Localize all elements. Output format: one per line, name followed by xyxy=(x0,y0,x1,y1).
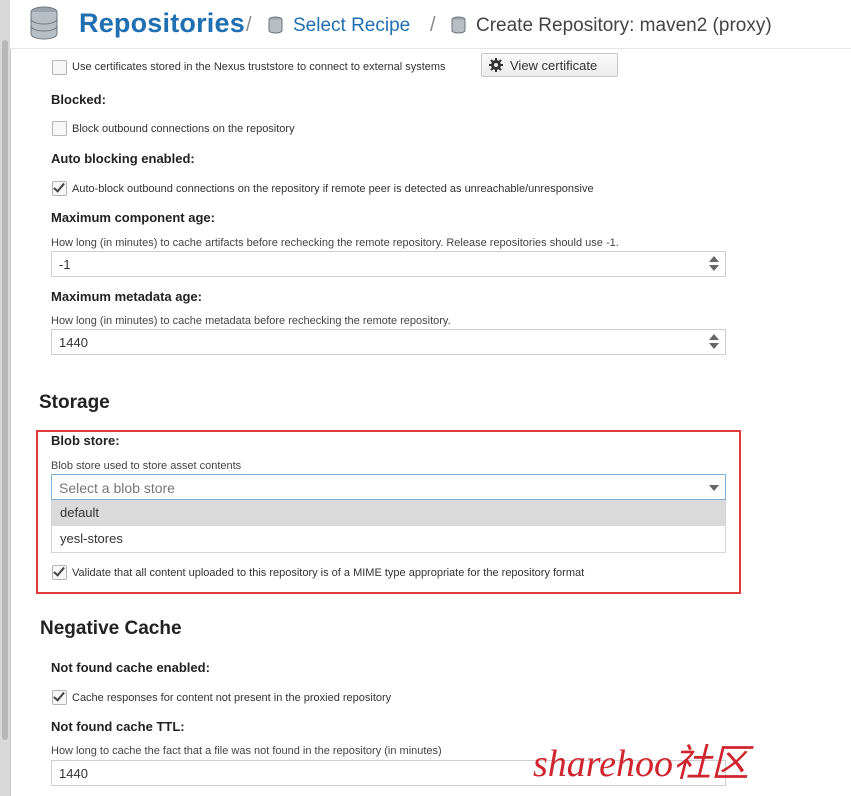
chevron-down-icon[interactable] xyxy=(709,485,719,491)
breadcrumb-root[interactable]: Repositories xyxy=(79,8,245,39)
truststore-label: Use certificates stored in the Nexus tru… xyxy=(72,61,446,73)
validate-mime-label: Validate that all content uploaded to th… xyxy=(72,567,585,579)
breadcrumb: Repositories / Select Recipe / Create Re… xyxy=(10,0,851,49)
scrollbar-thumb[interactable] xyxy=(2,40,8,740)
not-found-cache-ttl-label: Not found cache TTL: xyxy=(51,719,185,734)
not-found-cache-enabled-label: Not found cache enabled: xyxy=(51,660,210,675)
storage-section-title: Storage xyxy=(39,392,110,413)
blob-store-placeholder: Select a blob store xyxy=(59,480,175,496)
watermark-text: sharehoo社区 xyxy=(533,743,750,785)
breadcrumb-current: Create Repository: maven2 (proxy) xyxy=(476,15,772,36)
breadcrumb-select-recipe[interactable]: Select Recipe xyxy=(293,15,410,37)
blocked-checkbox[interactable] xyxy=(52,121,67,136)
negative-cache-section-title: Negative Cache xyxy=(40,618,182,639)
auto-blocking-label: Auto blocking enabled: xyxy=(51,151,195,166)
check-icon xyxy=(53,689,65,702)
number-spinner-icon[interactable] xyxy=(709,255,719,273)
blob-store-help: Blob store used to store asset contents xyxy=(51,460,242,472)
max-metadata-age-input[interactable]: 1440 xyxy=(51,329,726,355)
view-certificate-button[interactable]: View certificate xyxy=(481,53,618,77)
breadcrumb-separator: / xyxy=(246,14,252,36)
database-icon xyxy=(451,16,466,34)
max-metadata-age-help: How long (in minutes) to cache metadata … xyxy=(51,315,451,327)
blob-store-label: Blob store: xyxy=(51,433,120,448)
max-component-age-help: How long (in minutes) to cache artifacts… xyxy=(51,237,619,249)
database-icon xyxy=(268,16,283,34)
blob-store-option[interactable]: default xyxy=(52,500,725,526)
truststore-checkbox[interactable] xyxy=(52,60,67,75)
max-component-age-input[interactable]: -1 xyxy=(51,251,726,277)
blob-store-select[interactable]: Select a blob store xyxy=(51,474,726,500)
max-metadata-age-label: Maximum metadata age: xyxy=(51,289,202,304)
check-icon xyxy=(53,180,65,193)
not-found-cache-ttl-help: How long to cache the fact that a file w… xyxy=(51,745,442,757)
view-certificate-label: View certificate xyxy=(510,58,598,73)
breadcrumb-separator: / xyxy=(430,14,436,36)
validate-mime-checkbox[interactable] xyxy=(52,564,67,580)
not-found-cache-checkbox-label: Cache responses for content not present … xyxy=(72,692,392,704)
max-metadata-age-value: 1440 xyxy=(59,335,88,350)
number-spinner-icon[interactable] xyxy=(709,333,719,351)
database-icon xyxy=(30,6,58,40)
check-icon xyxy=(53,564,65,577)
blocked-checkbox-label: Block outbound connections on the reposi… xyxy=(72,123,295,135)
not-found-cache-ttl-value: 1440 xyxy=(59,766,88,781)
not-found-cache-checkbox[interactable] xyxy=(52,689,67,705)
blob-store-option[interactable]: yesl-stores xyxy=(52,526,725,552)
repository-form: Use certificates stored in the Nexus tru… xyxy=(10,48,851,796)
blocked-label: Blocked: xyxy=(51,92,106,107)
auto-blocking-checkbox[interactable] xyxy=(52,180,67,196)
auto-blocking-checkbox-label: Auto-block outbound connections on the r… xyxy=(72,183,594,195)
gear-icon xyxy=(489,58,503,72)
max-component-age-value: -1 xyxy=(59,257,71,272)
max-component-age-label: Maximum component age: xyxy=(51,210,215,225)
blob-store-dropdown: default yesl-stores xyxy=(51,500,726,553)
